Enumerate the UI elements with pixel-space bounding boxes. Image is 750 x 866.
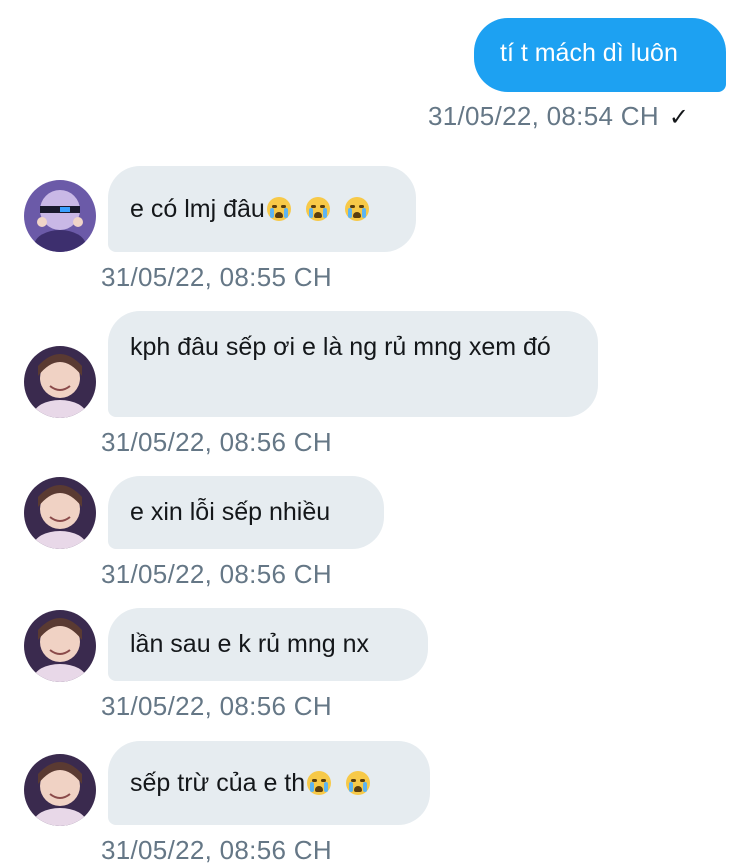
incoming-message-bubble[interactable]: kph đâu sếp ơi e là ng rủ mng xem đó [108, 311, 598, 417]
incoming-message-bubble[interactable]: e có lmj đâu [108, 166, 416, 252]
incoming-timestamp: 31/05/22, 08:56 CH [101, 427, 332, 457]
incoming-message-bubble[interactable]: lần sau e k rủ mng nx [108, 608, 428, 681]
loudly-crying-face-icon [346, 771, 371, 795]
loudly-crying-face-icon [266, 197, 291, 221]
incoming-message-bubble[interactable]: e xin lỗi sếp nhiều [108, 476, 384, 549]
incoming-message-text: e xin lỗi sếp nhiều [130, 498, 331, 526]
loudly-crying-face-icon [307, 771, 332, 795]
checkmark-icon: ✓ [668, 104, 690, 131]
avatar[interactable] [24, 754, 96, 826]
avatar[interactable] [24, 180, 96, 252]
incoming-message-text: sếp trừ của e th [130, 769, 306, 797]
incoming-message-bubble[interactable]: sếp trừ của e th [108, 741, 430, 825]
incoming-message-text: kph đâu sếp ơi e là ng rủ mng xem đó [130, 333, 551, 361]
incoming-timestamp: 31/05/22, 08:56 CH [101, 559, 332, 589]
outgoing-timestamp-text: 31/05/22, 08:54 CH [428, 101, 659, 131]
outgoing-message-bubble[interactable]: tí t mách dì luôn [474, 18, 726, 92]
outgoing-message-text: tí t mách dì luôn [500, 39, 678, 67]
incoming-message-text: lần sau e k rủ mng nx [130, 630, 370, 658]
loudly-crying-face-icon [344, 197, 369, 221]
loudly-crying-face-icon [305, 197, 330, 221]
avatar[interactable] [24, 610, 96, 682]
incoming-timestamp: 31/05/22, 08:56 CH [101, 691, 332, 721]
avatar[interactable] [24, 346, 96, 418]
avatar[interactable] [24, 477, 96, 549]
incoming-message-text: e có lmj đâu [130, 195, 265, 223]
incoming-timestamp: 31/05/22, 08:56 CH [101, 835, 332, 865]
outgoing-timestamp: 31/05/22, 08:54 CH ✓ [428, 101, 689, 132]
incoming-timestamp: 31/05/22, 08:55 CH [101, 262, 332, 292]
